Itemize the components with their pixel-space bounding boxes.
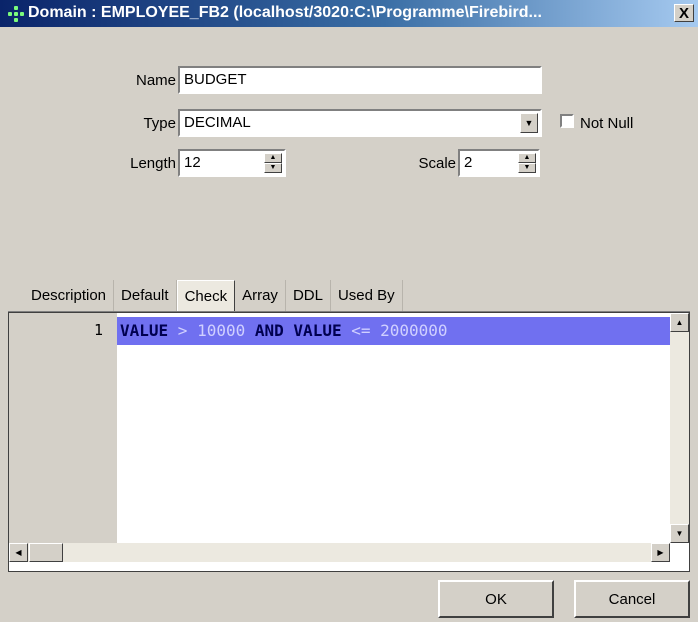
sql-keyword: VALUE: [120, 321, 169, 340]
scale-label: Scale: [418, 155, 456, 172]
cancel-button[interactable]: Cancel: [574, 580, 690, 618]
tab-default[interactable]: Default: [114, 280, 177, 312]
sql-text: <= 2000000: [341, 321, 448, 340]
title-bar[interactable]: Domain : EMPLOYEE_FB2 (localhost/3020:C:…: [0, 0, 698, 27]
horizontal-scrollbar[interactable]: ◀ ▶: [9, 543, 670, 562]
length-stepper[interactable]: 12 ▲ ▼: [178, 149, 286, 177]
not-null-label: Not Null: [580, 115, 634, 132]
spin-up-icon[interactable]: ▲: [264, 153, 282, 163]
scale-spin-buttons[interactable]: ▲ ▼: [518, 153, 536, 173]
type-label: Type: [143, 115, 176, 132]
check-editor[interactable]: 1 VALUE > 10000 AND VALUE <= 2000000 ▲ ▼…: [8, 312, 690, 572]
spin-up-icon[interactable]: ▲: [518, 153, 536, 163]
not-null-checkbox[interactable]: [560, 114, 574, 128]
arrow-up-icon[interactable]: ▲: [670, 313, 689, 332]
name-label: Name: [135, 72, 176, 89]
scale-value: 2: [464, 154, 473, 171]
tab-strip: Description Default Check Array DDL Used…: [24, 280, 403, 312]
code-line[interactable]: VALUE > 10000 AND VALUE <= 2000000: [117, 317, 670, 345]
arrow-right-icon[interactable]: ▶: [651, 543, 670, 562]
type-value: DECIMAL: [184, 114, 251, 131]
close-button[interactable]: X: [674, 4, 694, 22]
length-value: 12: [184, 154, 201, 171]
sql-keyword: AND: [254, 321, 284, 340]
arrow-left-icon[interactable]: ◀: [9, 543, 28, 562]
tab-used-by[interactable]: Used By: [331, 280, 403, 312]
type-select[interactable]: DECIMAL ▼: [178, 109, 542, 137]
vertical-scrollbar[interactable]: ▲ ▼: [670, 313, 689, 543]
name-field[interactable]: BUDGET: [178, 66, 542, 94]
scale-stepper[interactable]: 2 ▲ ▼: [458, 149, 540, 177]
spin-down-icon[interactable]: ▼: [518, 163, 536, 173]
tab-ddl[interactable]: DDL: [286, 280, 331, 312]
length-label: Length: [130, 155, 176, 172]
line-number: 1: [93, 321, 103, 339]
tab-description[interactable]: Description: [24, 280, 115, 312]
tab-check[interactable]: Check: [176, 280, 236, 312]
arrow-down-icon[interactable]: ▼: [670, 524, 689, 543]
spin-down-icon[interactable]: ▼: [264, 163, 282, 173]
domain-dialog: Domain : EMPLOYEE_FB2 (localhost/3020:C:…: [0, 0, 698, 622]
sql-keyword: VALUE: [293, 321, 342, 340]
scroll-thumb[interactable]: [29, 543, 63, 562]
line-gutter: 1: [9, 313, 117, 543]
database-domain-icon: [8, 6, 24, 22]
length-spin-buttons[interactable]: ▲ ▼: [264, 153, 282, 173]
sql-text: > 10000: [168, 321, 255, 340]
ok-button[interactable]: OK: [438, 580, 554, 618]
tab-array[interactable]: Array: [235, 280, 286, 312]
window-title: Domain : EMPLOYEE_FB2 (localhost/3020:C:…: [28, 4, 542, 21]
chevron-down-icon[interactable]: ▼: [520, 113, 538, 133]
